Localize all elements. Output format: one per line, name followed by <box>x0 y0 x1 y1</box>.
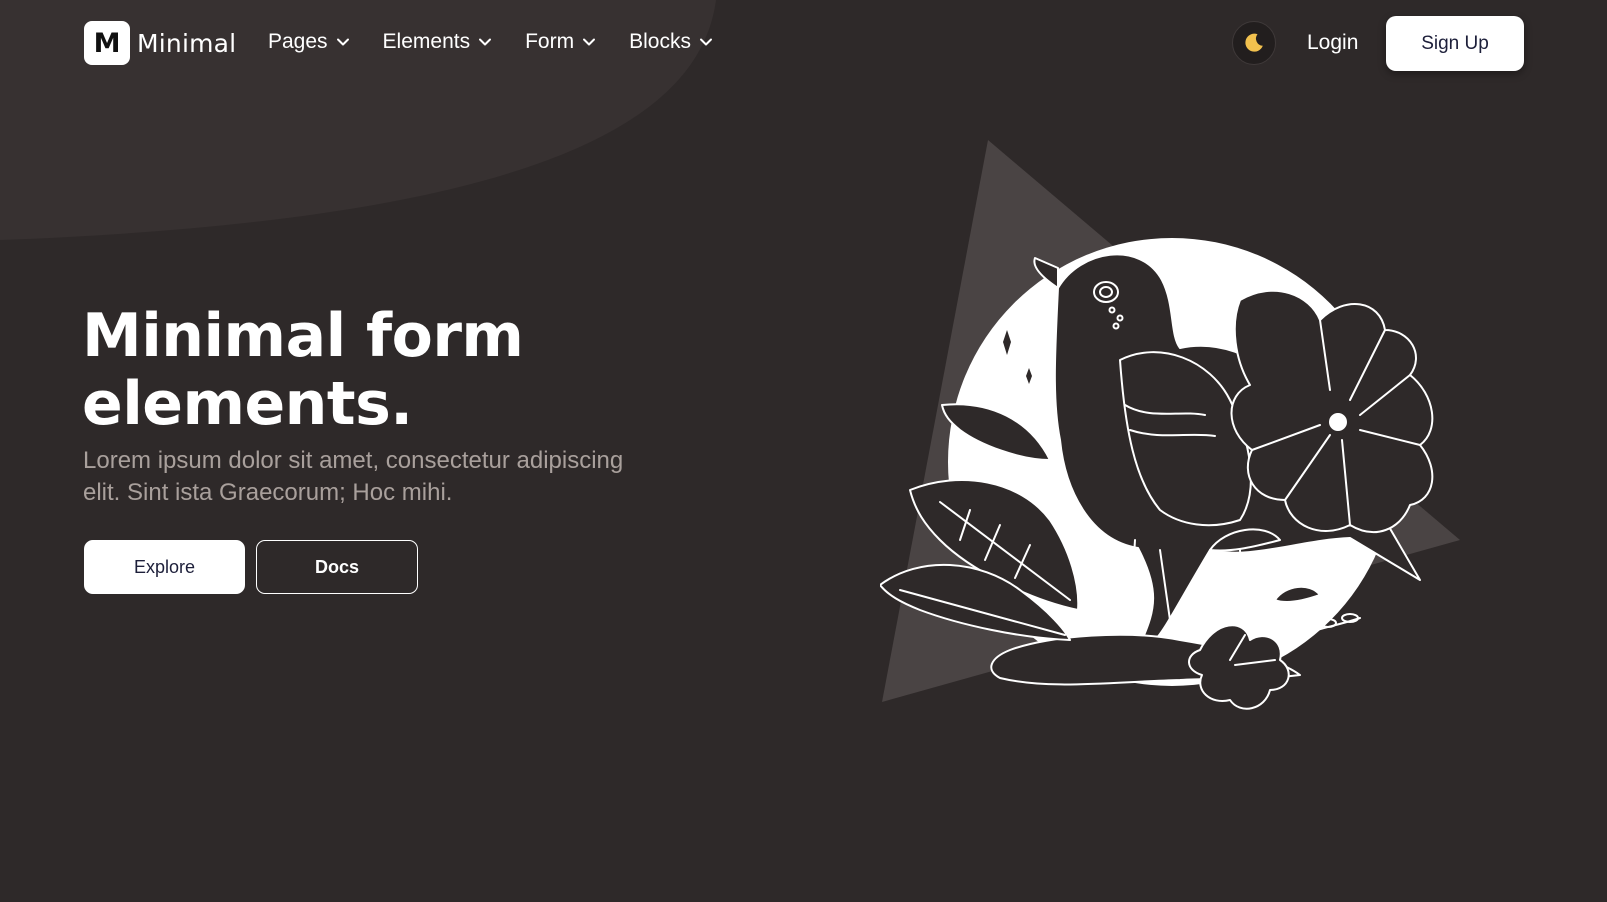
nav-item-label: Blocks <box>629 30 691 53</box>
hero-description-line: elit. Sint ista Graecorum; Hoc mihi. <box>83 479 453 506</box>
nav-item-elements[interactable]: Elements <box>383 30 493 54</box>
hero-title-line: Minimal form <box>82 301 524 371</box>
logo-mark-icon: M <box>84 21 130 65</box>
sign-up-button[interactable]: Sign Up <box>1386 16 1524 71</box>
bird-with-flowers-illustration <box>880 140 1460 710</box>
nav-item-label: Pages <box>268 30 328 53</box>
login-link[interactable]: Login <box>1307 31 1358 55</box>
hero-description: Lorem ipsum dolor sit amet, consectetur … <box>83 445 683 509</box>
explore-button[interactable]: Explore <box>84 540 245 594</box>
brand-name: Minimal <box>137 28 237 58</box>
chevron-down-icon <box>336 38 349 46</box>
chevron-down-icon <box>699 38 712 46</box>
nav-item-form[interactable]: Form <box>525 30 596 54</box>
hero-title: Minimal form elements. <box>82 301 524 439</box>
chevron-down-icon <box>479 38 492 46</box>
main-nav: Pages Elements Form Blocks <box>268 30 713 54</box>
brand-logo[interactable]: M Minimal <box>84 21 236 65</box>
nav-item-pages[interactable]: Pages <box>268 30 350 54</box>
nav-item-label: Elements <box>382 30 471 53</box>
nav-item-label: Form <box>525 30 575 53</box>
moon-icon <box>1245 33 1263 52</box>
top-navbar: M Minimal Pages Elements Form Blocks Log… <box>0 0 1607 88</box>
docs-button[interactable]: Docs <box>256 540 418 594</box>
chevron-down-icon <box>583 38 596 46</box>
page: M Minimal Pages Elements Form Blocks Log… <box>0 0 1607 902</box>
hero-description-line: Lorem ipsum dolor sit amet, consectetur … <box>83 447 624 474</box>
nav-item-blocks[interactable]: Blocks <box>629 30 713 54</box>
theme-toggle-button[interactable] <box>1232 21 1276 65</box>
hero-title-line: elements. <box>82 369 413 439</box>
